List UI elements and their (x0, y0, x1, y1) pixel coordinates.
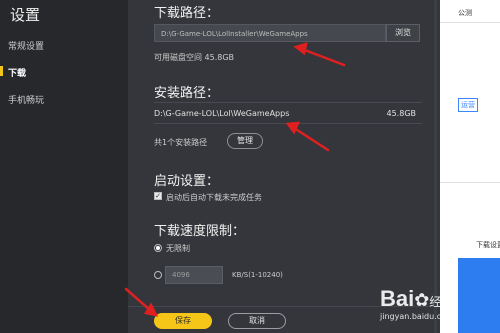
annotation-arrows (124, 42, 346, 317)
arrow-save-button (124, 287, 152, 312)
watermark-brand: Bai (380, 286, 415, 311)
watermark-site: jingyan.baidu.com (380, 312, 454, 321)
baidu-watermark: Bai✿经验 jingyan.baidu.com (380, 286, 454, 321)
arrow-install-path (292, 126, 330, 152)
arrow-download-path (300, 47, 346, 67)
paw-icon: ✿ (414, 290, 430, 311)
arrow-head (293, 42, 308, 56)
watermark-suffix: 经验 (429, 295, 454, 309)
